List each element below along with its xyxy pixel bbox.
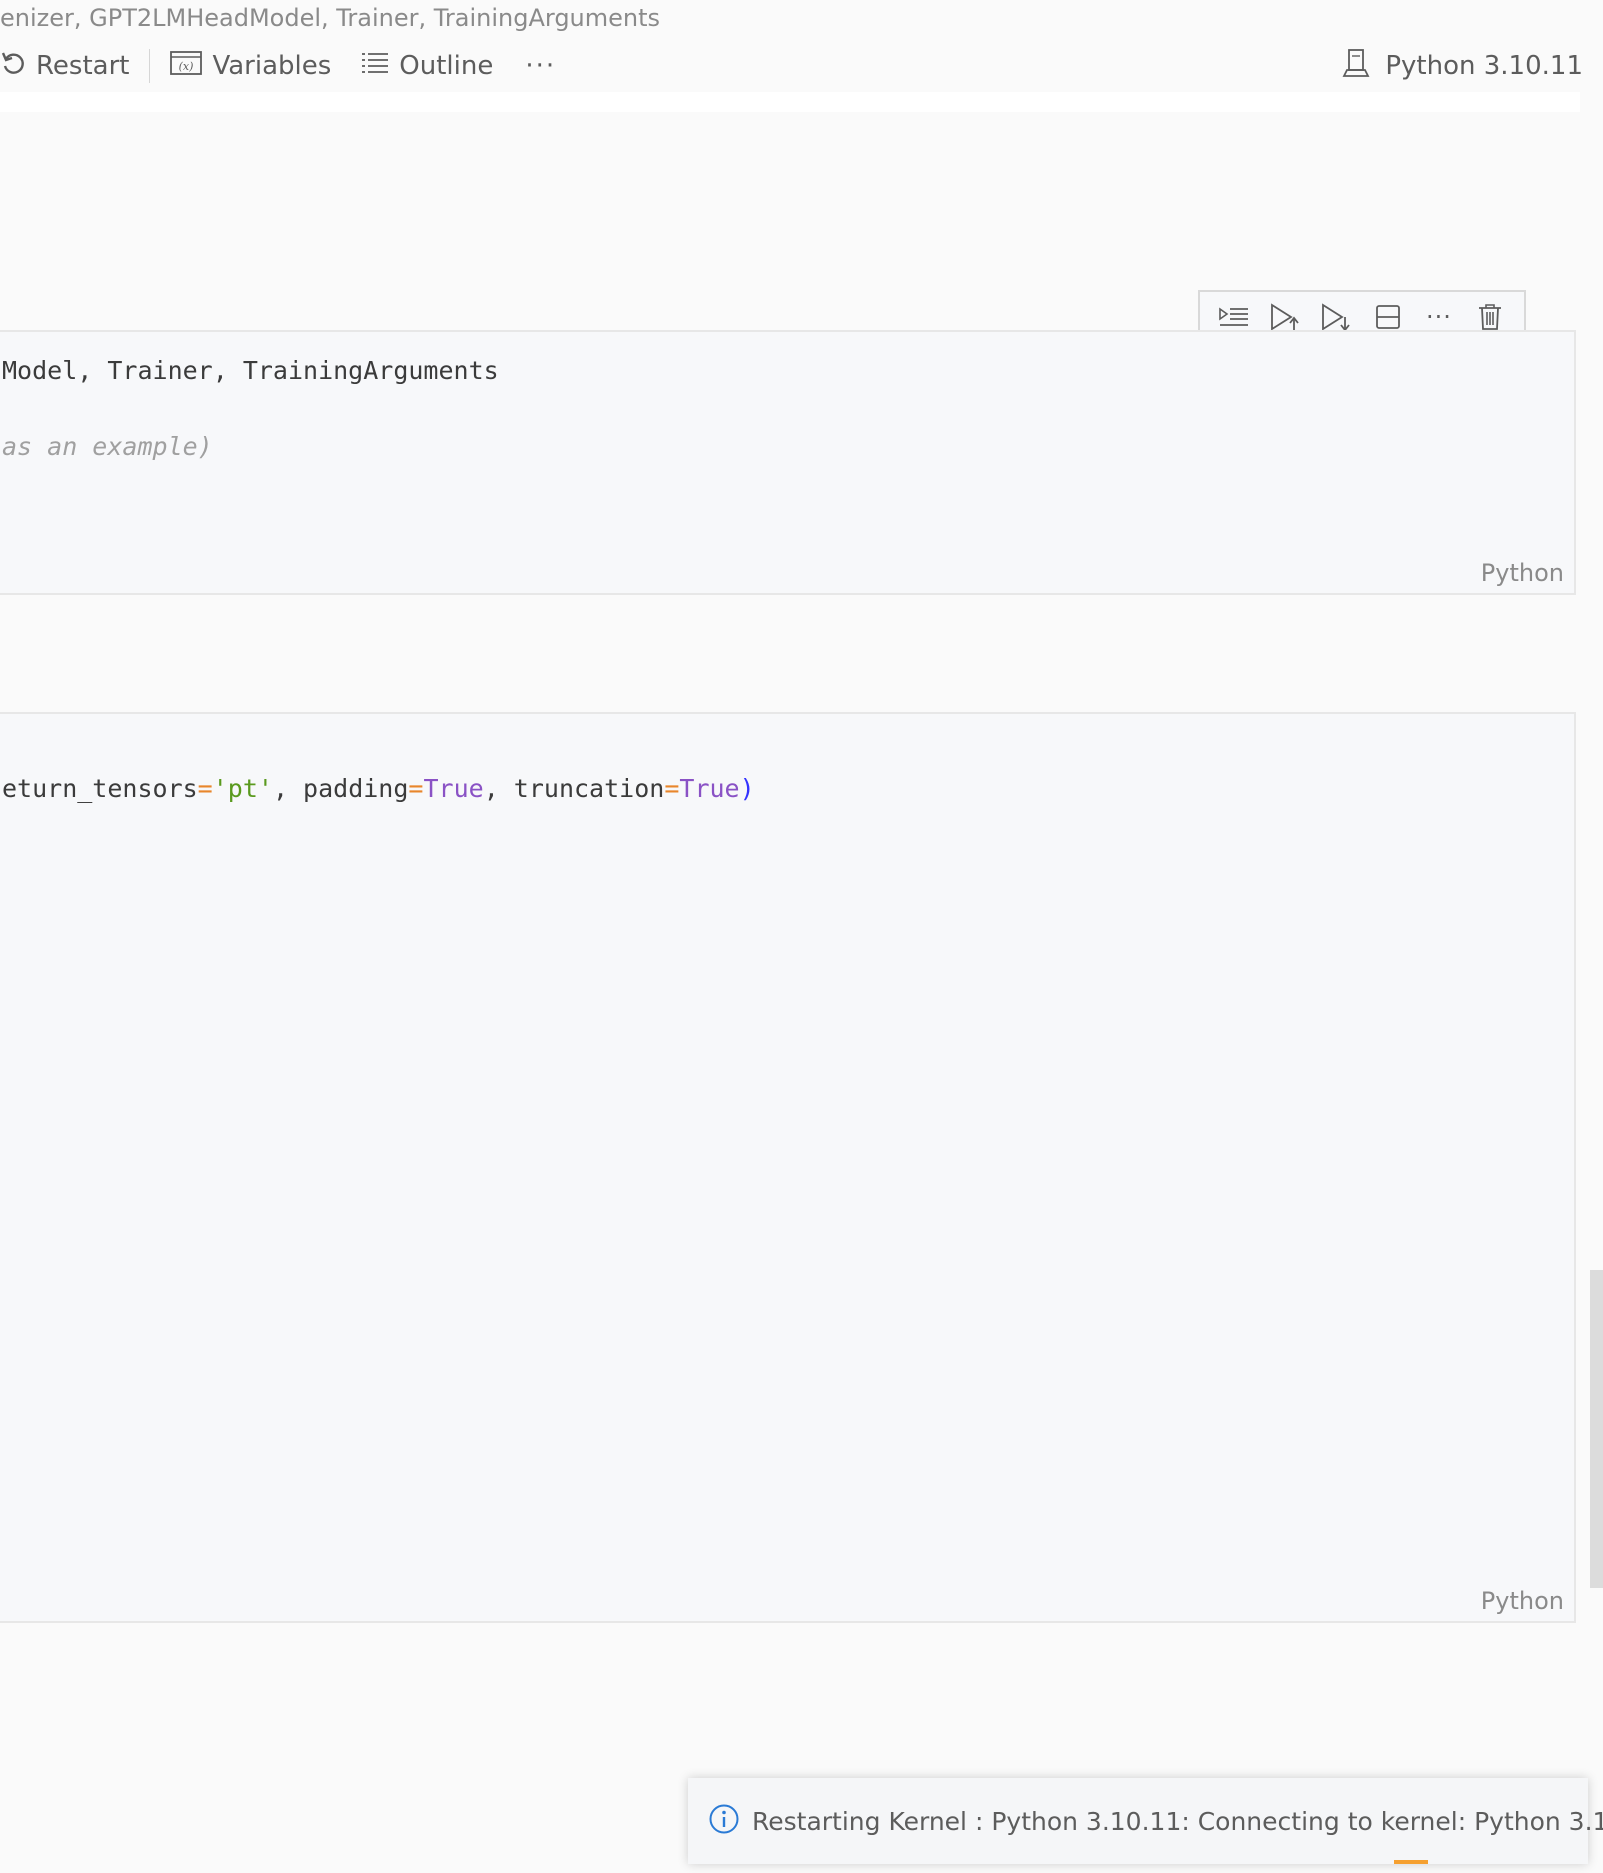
code-token: 'pt': [212, 774, 273, 803]
progress-indicator: [1394, 1860, 1428, 1864]
code-token: eturn_tensors: [2, 774, 198, 803]
code-token: True: [423, 774, 484, 803]
run-above-icon: [1218, 307, 1248, 326]
outline-icon: [361, 51, 389, 82]
toolbar-more-button[interactable]: ···: [525, 51, 556, 81]
code-comment: as an example): [2, 432, 213, 461]
restart-label: Restart: [36, 51, 130, 81]
run-up-icon: [1271, 303, 1299, 331]
scrollbar-thumb[interactable]: [1590, 1270, 1603, 1588]
toolbar-divider: [149, 49, 151, 83]
more-icon: ···: [1426, 303, 1452, 331]
kernel-label: Python 3.10.11: [1385, 51, 1583, 81]
split-cell-icon: [1375, 305, 1400, 329]
breadcrumb[interactable]: enizer, GPT2LMHeadModel, Trainer, Traini…: [0, 4, 660, 32]
restart-button[interactable]: Restart: [0, 50, 129, 83]
info-icon: [708, 1803, 740, 1839]
svg-text:(x): (x): [179, 60, 194, 73]
code-token: True: [679, 774, 740, 803]
kernel-picker-button[interactable]: Python 3.10.11: [1341, 44, 1583, 88]
trash-icon: [1479, 304, 1502, 330]
kernel-icon: [1341, 48, 1371, 85]
run-down-icon: [1322, 303, 1351, 332]
cell-language-label[interactable]: Python: [1481, 1587, 1564, 1615]
code-token: , truncation: [483, 774, 665, 803]
notebook-toolbar: Restart (x) Variables Outline ··· Python…: [0, 44, 1603, 88]
outline-label: Outline: [399, 51, 494, 81]
code-token: =: [197, 774, 213, 803]
outline-button[interactable]: Outline: [361, 51, 493, 82]
restart-icon: [0, 50, 26, 83]
cell-language-label[interactable]: Python: [1481, 559, 1564, 587]
notification-message: Restarting Kernel : Python 3.10.11: Conn…: [752, 1806, 1603, 1836]
toolbar-underline: [0, 92, 1580, 112]
notification-toast[interactable]: Restarting Kernel : Python 3.10.11: Conn…: [688, 1778, 1603, 1864]
variables-label: Variables: [212, 51, 332, 81]
code-line: eturn_tensors='pt', padding=True, trunca…: [2, 774, 755, 803]
code-line: Model, Trainer, TrainingArguments: [2, 356, 499, 385]
code-token: =: [664, 774, 680, 803]
code-token: =: [408, 774, 424, 803]
code-token: ): [739, 774, 755, 803]
code-cell[interactable]: eturn_tensors='pt', padding=True, trunca…: [0, 712, 1576, 1623]
code-token: , padding: [272, 774, 409, 803]
code-cell[interactable]: Model, Trainer, TrainingArguments as an …: [0, 330, 1576, 595]
variables-button[interactable]: (x) Variables: [170, 50, 331, 83]
variables-icon: (x): [170, 50, 203, 83]
